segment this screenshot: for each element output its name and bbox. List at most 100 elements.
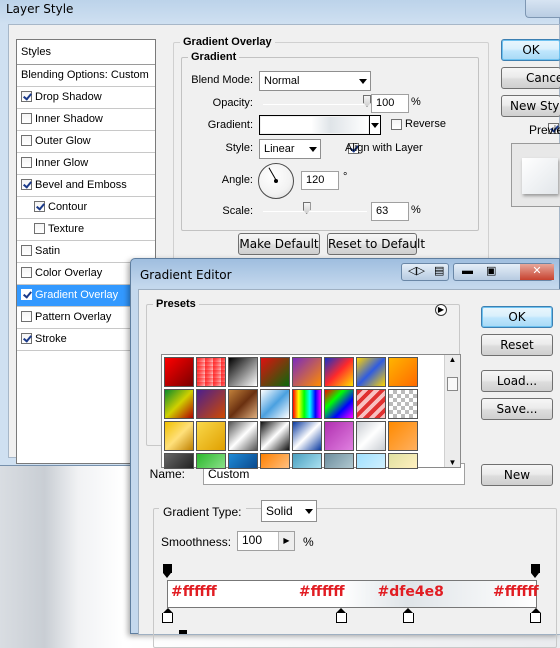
style-item-inner-glow[interactable]: Inner Glow bbox=[17, 153, 155, 175]
style-item-checkbox[interactable] bbox=[21, 91, 32, 102]
style-item-checkbox[interactable] bbox=[34, 223, 45, 234]
preset-swatch[interactable] bbox=[260, 421, 290, 451]
gradient-dropdown-button[interactable] bbox=[369, 116, 380, 134]
color-stop[interactable] bbox=[335, 608, 347, 624]
ok-button[interactable]: OK bbox=[501, 39, 560, 61]
opacity-slider-track[interactable] bbox=[263, 104, 367, 105]
reverse-checkbox[interactable] bbox=[391, 119, 402, 130]
preset-swatch[interactable] bbox=[292, 389, 322, 419]
preset-swatch[interactable] bbox=[324, 421, 354, 451]
preset-swatch[interactable] bbox=[196, 389, 226, 419]
preset-swatch[interactable] bbox=[260, 453, 290, 469]
style-item-checkbox[interactable] bbox=[21, 245, 32, 256]
preset-swatch[interactable] bbox=[324, 389, 354, 419]
style-item-label: Drop Shadow bbox=[35, 91, 102, 103]
style-item-checkbox[interactable] bbox=[21, 113, 32, 124]
arrows-icon[interactable]: ◁▷ bbox=[408, 264, 425, 277]
scroll-thumb[interactable] bbox=[447, 377, 458, 391]
preset-swatch[interactable] bbox=[292, 357, 322, 387]
copy-icon[interactable]: ▤ bbox=[434, 264, 444, 277]
style-item-texture[interactable]: Texture bbox=[17, 219, 155, 241]
preset-swatch[interactable] bbox=[324, 357, 354, 387]
preset-swatch[interactable] bbox=[164, 357, 194, 387]
restore-icon[interactable]: ▣ bbox=[486, 264, 496, 277]
color-stop[interactable] bbox=[530, 608, 541, 624]
style-item-checkbox[interactable] bbox=[21, 157, 32, 168]
smoothness-stepper[interactable]: ▶ bbox=[278, 532, 294, 550]
preset-swatch[interactable] bbox=[356, 389, 386, 419]
style-item-checkbox[interactable] bbox=[21, 333, 32, 344]
preset-swatch[interactable] bbox=[388, 421, 418, 451]
new-style-button[interactable]: New Style bbox=[501, 95, 560, 117]
style-label: Style: bbox=[225, 142, 253, 154]
style-item-checkbox[interactable] bbox=[21, 179, 32, 190]
preset-swatch[interactable] bbox=[228, 357, 258, 387]
angle-input[interactable]: 120 bbox=[301, 171, 339, 190]
preset-swatch[interactable] bbox=[164, 421, 194, 451]
preset-swatch[interactable] bbox=[388, 389, 418, 419]
preset-swatch[interactable] bbox=[196, 453, 226, 469]
save-button[interactable]: Save... bbox=[481, 398, 553, 420]
load-button[interactable]: Load... bbox=[481, 370, 553, 392]
preset-swatch[interactable] bbox=[356, 453, 386, 469]
style-item-inner-shadow[interactable]: Inner Shadow bbox=[17, 109, 155, 131]
style-item-checkbox[interactable] bbox=[34, 201, 45, 212]
style-item-checkbox[interactable] bbox=[21, 267, 32, 278]
new-gradient-button[interactable]: New bbox=[481, 464, 553, 486]
presets-menu-icon[interactable]: ▶ bbox=[435, 304, 447, 316]
preset-swatch[interactable] bbox=[356, 421, 386, 451]
style-select[interactable]: Linear bbox=[259, 139, 321, 159]
preset-swatch[interactable] bbox=[164, 453, 194, 469]
scale-slider-track[interactable] bbox=[263, 211, 367, 212]
preset-swatch[interactable] bbox=[388, 453, 418, 469]
color-stop[interactable] bbox=[402, 608, 414, 624]
smoothness-input[interactable]: 100 ▶ bbox=[237, 531, 295, 551]
style-item-checkbox[interactable] bbox=[21, 289, 32, 300]
gradient-swatch[interactable] bbox=[261, 117, 368, 133]
scale-input[interactable]: 63 bbox=[371, 202, 409, 221]
opacity-stop[interactable] bbox=[531, 564, 540, 578]
style-item-contour[interactable]: Contour bbox=[17, 197, 155, 219]
opacity-stop[interactable] bbox=[163, 564, 172, 578]
style-item-drop-shadow[interactable]: Drop Shadow bbox=[17, 87, 155, 109]
preset-swatch[interactable] bbox=[260, 357, 290, 387]
styles-header[interactable]: Styles bbox=[17, 40, 155, 65]
style-item-checkbox[interactable] bbox=[21, 135, 32, 146]
make-default-button[interactable]: Make Default bbox=[238, 233, 320, 255]
presets-scrollbar[interactable]: ▲ ▼ bbox=[444, 355, 460, 467]
color-stop[interactable] bbox=[162, 608, 173, 624]
gradient-type-select[interactable]: Solid bbox=[261, 500, 317, 522]
angle-dial[interactable] bbox=[258, 163, 294, 199]
gradient-preview-picker[interactable] bbox=[259, 115, 381, 135]
reset-button[interactable]: Reset bbox=[481, 334, 553, 356]
cancel-button[interactable]: Cance bbox=[501, 67, 560, 89]
chevron-down-icon bbox=[371, 123, 379, 128]
preset-swatch[interactable] bbox=[228, 453, 258, 469]
gradient-bar[interactable] bbox=[167, 580, 537, 608]
preset-swatch[interactable] bbox=[228, 389, 258, 419]
style-item-blending-options-custom[interactable]: Blending Options: Custom bbox=[17, 65, 155, 87]
preset-swatch[interactable] bbox=[228, 421, 258, 451]
scroll-down-icon[interactable]: ▼ bbox=[445, 458, 460, 467]
opacity-input[interactable]: 100 bbox=[371, 94, 409, 113]
preset-swatch[interactable] bbox=[324, 453, 354, 469]
preset-swatch[interactable] bbox=[164, 389, 194, 419]
minimize-icon[interactable]: ▬ bbox=[462, 265, 473, 277]
scroll-up-icon[interactable]: ▲ bbox=[445, 355, 460, 364]
style-item-outer-glow[interactable]: Outer Glow bbox=[17, 131, 155, 153]
preset-swatch[interactable] bbox=[356, 357, 386, 387]
preset-swatch[interactable] bbox=[196, 357, 226, 387]
preset-swatch[interactable] bbox=[292, 421, 322, 451]
preset-swatch[interactable] bbox=[388, 357, 418, 387]
style-item-bevel-and-emboss[interactable]: Bevel and Emboss bbox=[17, 175, 155, 197]
preset-swatch[interactable] bbox=[292, 453, 322, 469]
ok-button[interactable]: OK bbox=[481, 306, 553, 328]
blend-mode-select[interactable]: Normal bbox=[259, 71, 371, 91]
preset-swatch[interactable] bbox=[260, 389, 290, 419]
close-window-button[interactable] bbox=[525, 0, 560, 18]
preview-label: Previe bbox=[529, 123, 560, 137]
style-item-checkbox[interactable] bbox=[21, 311, 32, 322]
close-icon[interactable]: ✕ bbox=[520, 264, 554, 280]
reset-to-default-button[interactable]: Reset to Default bbox=[327, 233, 425, 255]
preset-swatch[interactable] bbox=[196, 421, 226, 451]
